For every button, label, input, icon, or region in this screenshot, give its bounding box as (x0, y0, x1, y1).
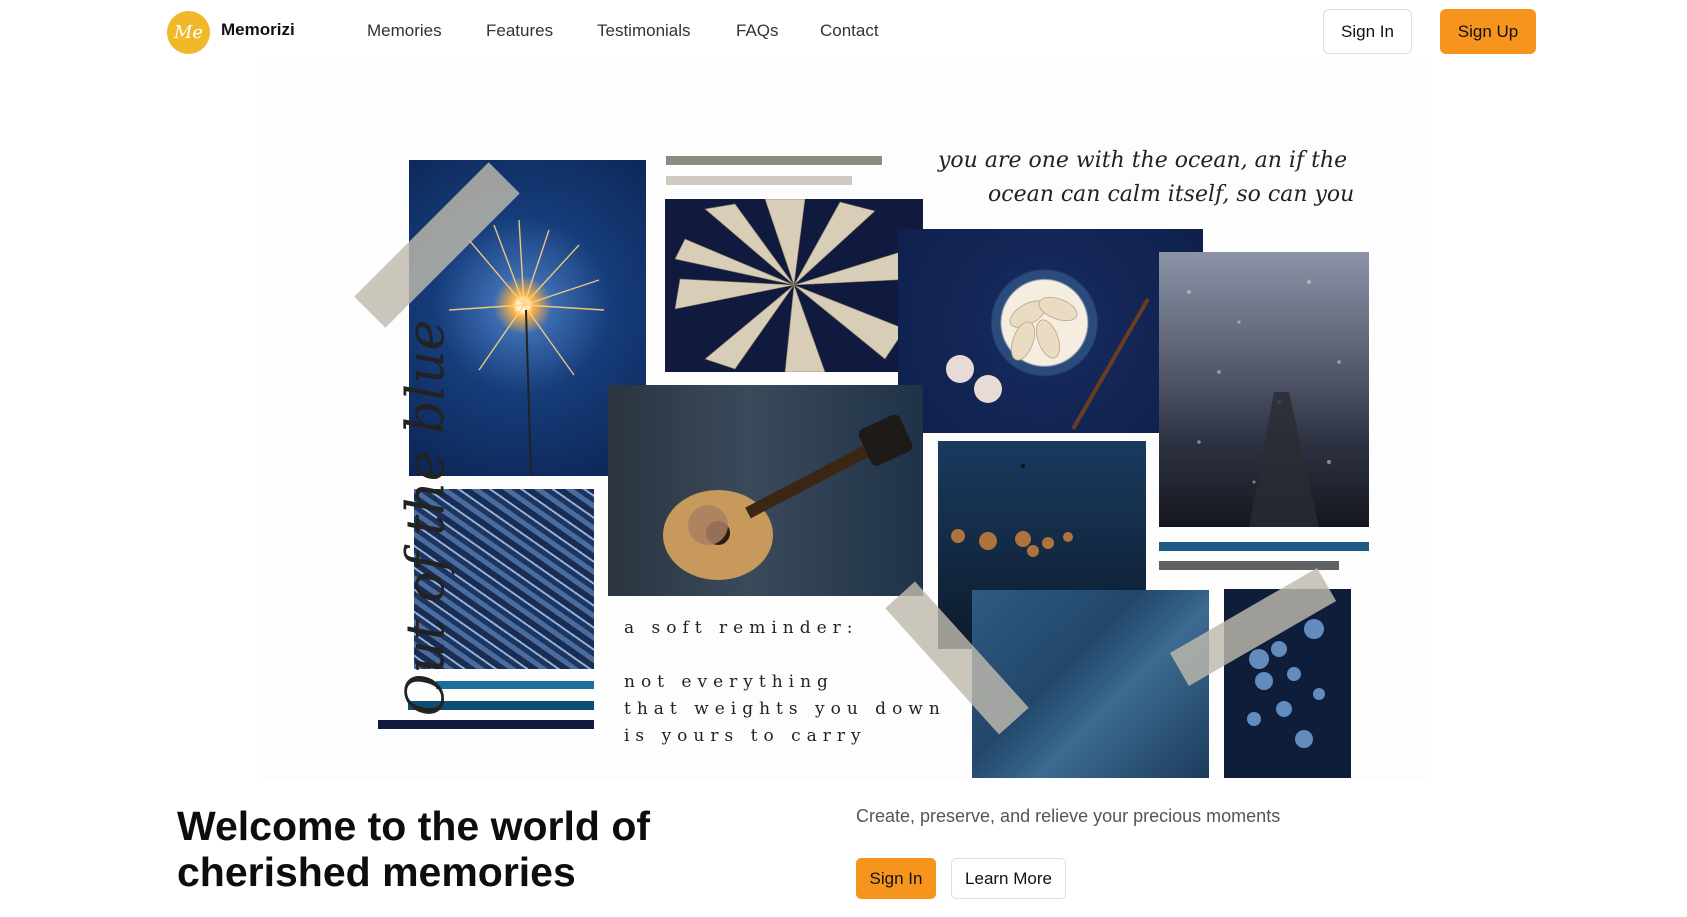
decor-bar (1159, 561, 1339, 570)
nav-link-contact[interactable]: Contact (820, 21, 879, 41)
decor-bar (1159, 542, 1369, 551)
ocean-quote-line1: you are one with the ocean, an if the (938, 148, 1348, 173)
decor-bar (666, 156, 882, 165)
decor-bar (378, 720, 594, 729)
nav-link-features[interactable]: Features (486, 21, 553, 41)
guitar-icon (663, 414, 913, 580)
reminder-line: that weights you down (624, 699, 946, 719)
moodboard-collage: Out of the blue you are one with the oce… (258, 58, 1426, 780)
hero-sign-in-button[interactable]: Sign In (856, 858, 936, 899)
top-navbar: Me Memorizi Memories Features Testimonia… (0, 0, 1687, 62)
vertical-script-text: Out of the blue (396, 319, 457, 717)
brand-logo-icon[interactable]: Me (167, 11, 210, 54)
nav-link-testimonials[interactable]: Testimonials (597, 21, 691, 41)
decor-bar (436, 681, 594, 689)
guitar-player-photo (608, 385, 923, 596)
nav-link-memories[interactable]: Memories (367, 21, 442, 41)
reminder-line: not everything (624, 672, 834, 692)
dumplings-photo (898, 229, 1203, 433)
learn-more-button[interactable]: Learn More (951, 858, 1066, 899)
reminder-heading: a soft reminder: (624, 618, 859, 638)
reminder-line: is yours to carry (624, 726, 867, 746)
decor-bar (666, 176, 852, 185)
open-book-photo (665, 199, 923, 372)
book-pages-icon (674, 199, 916, 372)
sign-up-button[interactable]: Sign Up (1440, 9, 1536, 54)
brand-name[interactable]: Memorizi (221, 20, 295, 40)
sign-in-button[interactable]: Sign In (1323, 9, 1412, 54)
rainy-street-photo (1159, 252, 1369, 527)
hero-subtitle: Create, preserve, and relieve your preci… (856, 806, 1281, 826)
nav-link-faqs[interactable]: FAQs (736, 21, 779, 41)
rain-drops-icon (1187, 279, 1341, 527)
hero-title: Welcome to the world of cherished memori… (177, 803, 651, 895)
dumpling-plate-icon (946, 296, 1150, 430)
ocean-quote-line2: ocean can calm itself, so can you (988, 182, 1355, 207)
